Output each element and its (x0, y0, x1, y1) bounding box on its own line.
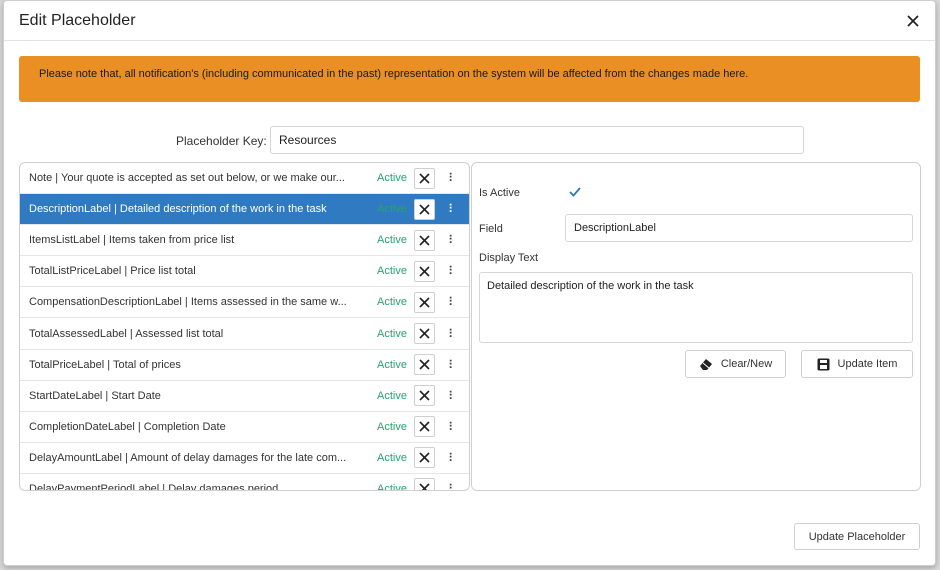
field-input[interactable] (565, 214, 913, 242)
x-icon (419, 266, 430, 277)
x-icon (419, 235, 430, 246)
list-item[interactable]: DelayAmountLabel | Amount of delay damag… (20, 443, 469, 474)
x-icon (419, 204, 430, 215)
display-text-input[interactable]: Detailed description of the work in the … (479, 272, 913, 343)
check-icon[interactable] (568, 185, 582, 199)
update-item-button[interactable]: Update Item (801, 350, 913, 378)
list-item[interactable]: StartDateLabel | Start Date Active ⠇ (20, 381, 469, 412)
drag-handle-icon[interactable]: ⠇ (448, 203, 457, 215)
x-icon (419, 172, 430, 184)
x-icon (419, 421, 430, 432)
remove-item-button[interactable] (414, 198, 435, 220)
drag-handle-icon[interactable]: ⠇ (448, 328, 457, 340)
x-icon (419, 359, 430, 370)
list-item[interactable]: DescriptionLabel | Detailed description … (20, 194, 469, 226)
drag-handle-icon[interactable]: ⠇ (448, 390, 457, 402)
drag-handle-icon[interactable]: ⠇ (448, 296, 457, 308)
remove-item-button[interactable] (414, 167, 435, 189)
list-item[interactable]: DelayPaymentPeriodLabel | Delay damages … (20, 474, 469, 491)
list-item-label: TotalPriceLabel | Total of prices (29, 358, 181, 371)
placeholder-key-label: Placeholder Key: (176, 134, 267, 148)
x-icon (419, 452, 430, 463)
eraser-icon (699, 359, 712, 370)
update-item-label: Update Item (837, 358, 898, 370)
list-item[interactable]: TotalPriceLabel | Total of prices Active ⠇ (20, 350, 469, 381)
status-badge: Active (377, 265, 407, 278)
list-item-label: Note | Your quote is accepted as set out… (29, 172, 345, 185)
status-badge: Active (377, 172, 407, 185)
placeholder-key-input[interactable] (270, 126, 804, 154)
list-item-label: CompletionDateLabel | Completion Date (29, 420, 226, 433)
status-badge: Active (377, 482, 407, 491)
remove-item-button[interactable] (414, 385, 435, 407)
list-item[interactable]: TotalAssessedLabel | Assessed list total… (20, 318, 469, 350)
placeholder-items-list[interactable]: Note | Your quote is accepted as set out… (19, 162, 470, 491)
list-item-label: DelayPaymentPeriodLabel | Delay damages … (29, 482, 279, 491)
modal-header: Edit Placeholder (4, 1, 935, 41)
remove-item-button[interactable] (414, 291, 435, 313)
status-badge: Active (377, 451, 407, 464)
remove-item-button[interactable] (414, 323, 435, 345)
drag-handle-icon[interactable]: ⠇ (448, 421, 457, 433)
drag-handle-icon[interactable]: ⠇ (448, 265, 457, 277)
remove-item-button[interactable] (414, 416, 435, 438)
remove-item-button[interactable] (414, 260, 435, 282)
list-item[interactable]: CompletionDateLabel | Completion Date Act… (20, 412, 469, 443)
remove-item-button[interactable] (414, 229, 435, 251)
x-icon (419, 483, 430, 490)
save-icon (817, 358, 830, 370)
field-label: Field (479, 223, 503, 235)
update-placeholder-label: Update Placeholder (808, 530, 906, 543)
status-badge: Active (377, 203, 407, 216)
drag-handle-icon[interactable]: ⠇ (448, 234, 457, 246)
modal-title: Edit Placeholder (19, 12, 136, 29)
remove-item-button[interactable] (414, 354, 435, 376)
list-item-label: CompensationDescriptionLabel | Items ass… (29, 296, 347, 309)
list-item[interactable]: ItemsListLabel | Items taken from price … (20, 225, 469, 257)
status-badge: Active (377, 389, 407, 402)
is-active-label: Is Active (479, 187, 520, 199)
drag-handle-icon[interactable]: ⠇ (448, 483, 457, 490)
item-detail-panel: Is Active Field Display Text Detailed de… (471, 162, 921, 491)
list-item[interactable]: CompensationDescriptionLabel | Items ass… (20, 287, 469, 319)
status-badge: Active (377, 358, 407, 371)
drag-handle-icon[interactable]: ⠇ (448, 359, 457, 371)
x-icon (419, 390, 430, 401)
list-item-label: ItemsListLabel | Items taken from price … (29, 234, 235, 247)
x-icon (419, 297, 430, 308)
status-badge: Active (377, 234, 407, 247)
drag-handle-icon[interactable]: ⠇ (448, 172, 457, 184)
display-text-label: Display Text (479, 252, 539, 264)
remove-item-button[interactable] (414, 447, 435, 469)
list-item[interactable]: Note | Your quote is accepted as set out… (20, 163, 469, 195)
list-item-label: DescriptionLabel | Detailed description … (29, 203, 327, 216)
status-badge: Active (377, 420, 407, 433)
drag-handle-icon[interactable]: ⠇ (448, 452, 457, 464)
status-badge: Active (377, 327, 407, 340)
list-item[interactable]: TotalListPriceLabel | Price list total Ac… (20, 256, 469, 288)
clear-new-label: Clear/New (720, 358, 773, 370)
list-item-label: StartDateLabel | Start Date (29, 389, 161, 402)
x-icon (419, 328, 430, 339)
clear-new-button[interactable]: Clear/New (685, 350, 786, 378)
list-item-label: DelayAmountLabel | Amount of delay damag… (29, 451, 347, 464)
edit-placeholder-modal: Edit Placeholder Please note that, all n… (3, 0, 936, 566)
update-placeholder-button[interactable]: Update Placeholder (794, 523, 920, 550)
close-button[interactable] (903, 11, 923, 31)
list-item-label: TotalAssessedLabel | Assessed list total (29, 327, 224, 340)
remove-item-button[interactable] (414, 478, 435, 490)
list-item-label: TotalListPriceLabel | Price list total (29, 265, 196, 278)
close-icon (907, 15, 919, 27)
status-badge: Active (377, 296, 407, 309)
warning-notice: Please note that, all notification's (in… (19, 56, 920, 102)
